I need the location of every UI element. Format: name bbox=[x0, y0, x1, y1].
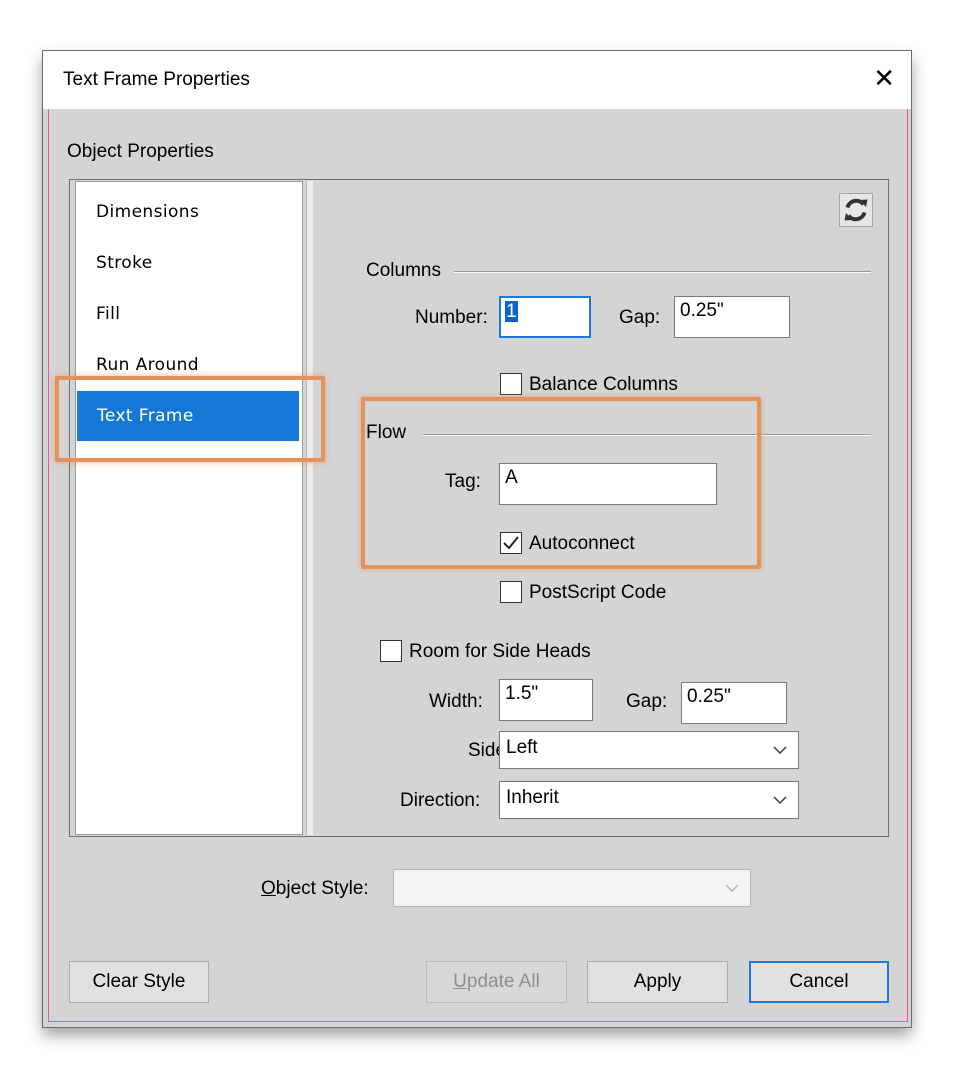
chevron-down-icon bbox=[773, 796, 787, 804]
side-heads-gap-label: Gap: bbox=[626, 691, 668, 712]
text-frame-properties-dialog: Text Frame Properties ✕ Object Propertie… bbox=[42, 50, 912, 1028]
tag-label: Tag: bbox=[445, 471, 481, 492]
flow-heading: Flow bbox=[366, 422, 407, 443]
columns-heading: Columns bbox=[366, 260, 441, 281]
side-value: Left bbox=[506, 737, 538, 758]
apply-button[interactable]: Apply bbox=[587, 961, 728, 1003]
side-select[interactable]: Left bbox=[499, 731, 799, 769]
title-bar: Text Frame Properties ✕ bbox=[43, 51, 911, 109]
gap-label: Gap: bbox=[619, 307, 661, 328]
object-properties-label: Object Properties bbox=[67, 141, 214, 162]
cancel-button[interactable]: Cancel bbox=[749, 961, 889, 1003]
width-label: Width: bbox=[429, 691, 483, 712]
property-category-list: Dimensions Stroke Fill Run Around Text F… bbox=[75, 181, 303, 835]
nav-item-fill[interactable]: Fill bbox=[76, 289, 302, 339]
room-for-side-heads-checkbox[interactable] bbox=[380, 640, 402, 662]
direction-label: Direction: bbox=[400, 790, 481, 811]
flow-divider bbox=[423, 434, 871, 436]
object-style-select[interactable] bbox=[393, 869, 751, 907]
direction-value: Inherit bbox=[506, 787, 559, 808]
pane-splitter[interactable] bbox=[306, 181, 313, 835]
number-value: 1 bbox=[505, 301, 518, 322]
autoconnect-label: Autoconnect bbox=[529, 533, 635, 554]
columns-gap-field[interactable]: 0.25" bbox=[674, 296, 790, 338]
nav-item-dimensions[interactable]: Dimensions bbox=[76, 187, 302, 237]
side-heads-width-field[interactable]: 1.5" bbox=[499, 679, 593, 721]
refresh-button[interactable] bbox=[839, 193, 873, 227]
balance-columns-checkbox[interactable] bbox=[500, 373, 522, 395]
balance-columns-label: Balance Columns bbox=[529, 374, 678, 395]
side-heads-gap-field[interactable]: 0.25" bbox=[681, 682, 787, 724]
clear-style-button[interactable]: Clear Style bbox=[69, 961, 209, 1003]
dialog-title: Text Frame Properties bbox=[63, 69, 250, 90]
room-for-side-heads-label: Room for Side Heads bbox=[409, 641, 591, 662]
object-style-label: Object Style: bbox=[261, 878, 369, 899]
chevron-down-icon bbox=[773, 746, 787, 754]
nav-item-run-around[interactable]: Run Around bbox=[76, 340, 302, 390]
nav-item-stroke[interactable]: Stroke bbox=[76, 238, 302, 288]
postscript-code-label: PostScript Code bbox=[529, 582, 667, 603]
nav-item-text-frame[interactable]: Text Frame bbox=[77, 391, 299, 441]
tag-field[interactable]: A bbox=[499, 463, 717, 505]
refresh-icon bbox=[844, 198, 868, 222]
chevron-down-icon bbox=[725, 884, 739, 892]
columns-divider bbox=[454, 271, 871, 273]
checkmark-icon bbox=[503, 536, 519, 550]
autoconnect-checkbox[interactable] bbox=[500, 532, 522, 554]
columns-number-field[interactable]: 1 bbox=[499, 296, 591, 338]
close-icon[interactable]: ✕ bbox=[873, 63, 895, 93]
update-all-button[interactable]: Update All bbox=[426, 961, 567, 1003]
number-label: Number: bbox=[415, 307, 488, 328]
postscript-code-checkbox[interactable] bbox=[500, 581, 522, 603]
direction-select[interactable]: Inherit bbox=[499, 781, 799, 819]
